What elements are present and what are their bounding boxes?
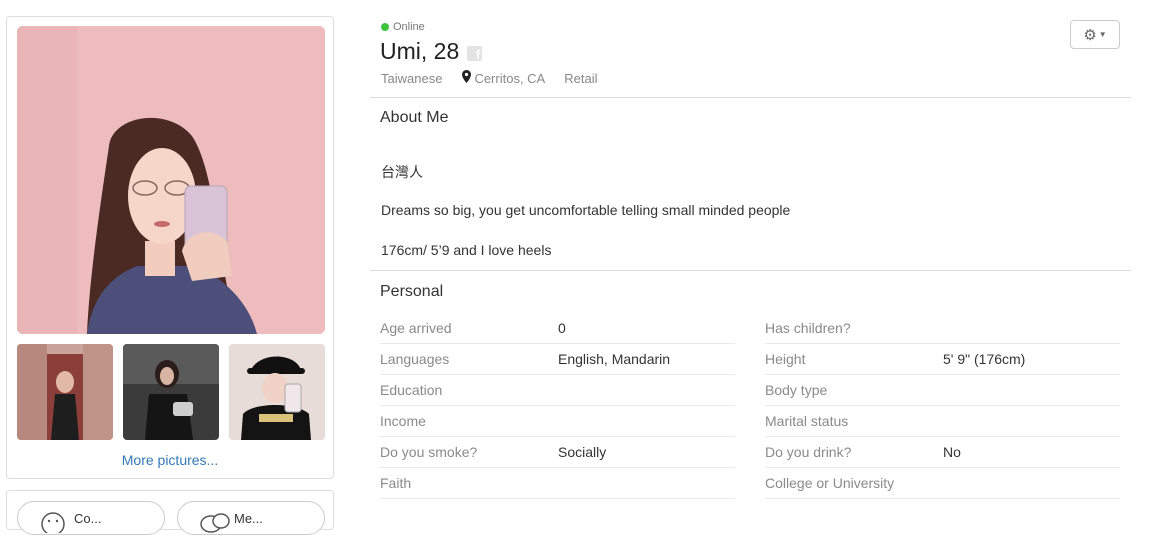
personal-label: Languages bbox=[380, 351, 450, 367]
occupation: Retail bbox=[564, 70, 598, 86]
personal-value: No bbox=[943, 444, 961, 460]
contact-button[interactable]: Co... bbox=[17, 501, 165, 536]
personal-row: Do you smoke? Socially bbox=[380, 437, 735, 468]
personal-value: 0 bbox=[558, 320, 566, 336]
map-pin-icon bbox=[462, 70, 472, 86]
personal-right-column: Has children? Height 5' 9" (176cm) Body … bbox=[765, 313, 1120, 499]
personal-left-column: Age arrived 0 Languages English, Mandari… bbox=[380, 313, 735, 499]
personal-row: Age arrived 0 bbox=[380, 313, 735, 344]
photo-card: More pictures... bbox=[6, 16, 334, 479]
personal-row: Height 5' 9" (176cm) bbox=[765, 344, 1120, 375]
thumbnail-photo[interactable] bbox=[123, 344, 219, 440]
settings-dropdown-button[interactable]: ⚙ ▼ bbox=[1070, 20, 1120, 49]
personal-label: Do you drink? bbox=[765, 444, 852, 460]
chat-bubbles-icon bbox=[200, 511, 230, 533]
caret-down-icon: ▼ bbox=[1098, 30, 1107, 39]
personal-row: Body type bbox=[765, 375, 1120, 406]
personal-row: Education bbox=[380, 375, 735, 406]
personal-row: Has children? bbox=[765, 313, 1120, 344]
personal-row: Income bbox=[380, 406, 735, 437]
gear-icon: ⚙ bbox=[1083, 26, 1097, 44]
contact-button-label: Co... bbox=[74, 511, 102, 526]
about-line-2: Dreams so big, you get uncomfortable tel… bbox=[381, 202, 791, 218]
personal-label: Age arrived bbox=[380, 320, 452, 336]
personal-row: Do you drink? No bbox=[765, 437, 1120, 468]
about-line-1: 台灣人 bbox=[381, 164, 423, 180]
thumbnail-photo[interactable] bbox=[229, 344, 325, 440]
online-status: Online bbox=[381, 21, 425, 33]
personal-value: English, Mandarin bbox=[558, 351, 671, 367]
personal-label: Faith bbox=[380, 475, 412, 491]
personal-label: Marital status bbox=[765, 413, 849, 429]
message-button[interactable]: Me... bbox=[177, 501, 325, 535]
personal-row: Faith bbox=[380, 468, 735, 499]
personal-label: Income bbox=[380, 413, 426, 429]
personal-row: Marital status bbox=[765, 406, 1120, 437]
actions-card: Co... Me... bbox=[6, 490, 334, 536]
profile-name-age: Umi, 28 bbox=[380, 38, 460, 64]
personal-title: Personal bbox=[380, 283, 444, 300]
personal-label: College or University bbox=[765, 475, 895, 491]
personal-value: 5' 9" (176cm) bbox=[943, 351, 1026, 367]
main-profile-photo[interactable] bbox=[17, 26, 325, 334]
facebook-icon: f bbox=[467, 46, 483, 61]
profile-name: Umi, 28 f bbox=[380, 38, 483, 65]
message-button-label: Me... bbox=[234, 511, 263, 526]
online-dot-icon bbox=[381, 23, 389, 31]
ethnicity: Taiwanese bbox=[381, 70, 443, 86]
personal-row: Languages English, Mandarin bbox=[380, 344, 735, 375]
personal-label: Education bbox=[380, 382, 443, 398]
smiley-icon bbox=[40, 511, 66, 536]
about-line-3: 176cm/ 5’9 and I love heels bbox=[381, 242, 552, 258]
online-status-label: Online bbox=[393, 21, 425, 33]
main-photo-illustration bbox=[17, 26, 325, 334]
personal-row: College or University bbox=[765, 468, 1120, 499]
personal-label: Body type bbox=[765, 382, 828, 398]
about-me-title: About Me bbox=[380, 109, 449, 126]
personal-value: Socially bbox=[558, 444, 607, 460]
header-divider bbox=[370, 97, 1131, 98]
profile-meta: Taiwanese Cerritos, CA Retail bbox=[381, 70, 597, 86]
more-pictures-link[interactable]: More pictures... bbox=[7, 452, 333, 468]
section-divider bbox=[370, 270, 1131, 271]
thumbnail-photo[interactable] bbox=[17, 344, 113, 440]
location: Cerritos, CA bbox=[474, 70, 546, 86]
personal-label: Height bbox=[765, 351, 806, 367]
personal-label: Has children? bbox=[765, 320, 851, 336]
personal-label: Do you smoke? bbox=[380, 444, 478, 460]
thumbnail-strip bbox=[17, 344, 325, 440]
